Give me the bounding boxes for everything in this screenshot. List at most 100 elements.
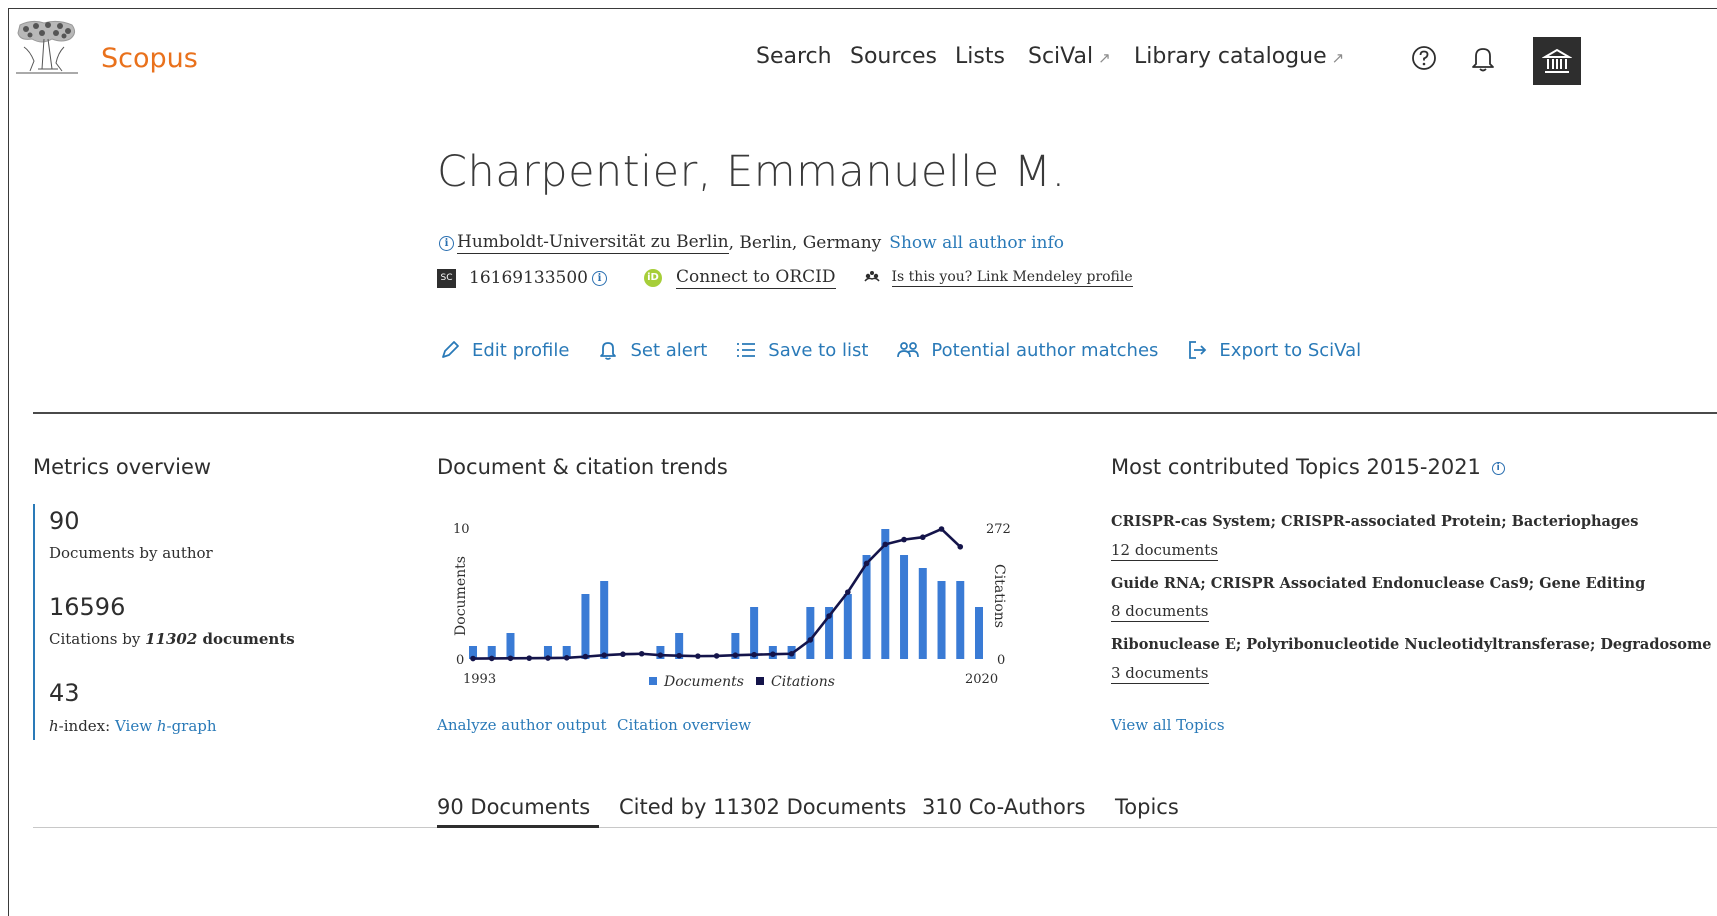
save-to-list-button[interactable]: Save to list bbox=[735, 339, 868, 361]
citations-point bbox=[882, 541, 889, 548]
bell-icon[interactable] bbox=[1466, 41, 1500, 75]
citations-count: 16596 bbox=[49, 593, 126, 621]
affiliation-row: i Humboldt-Universität zu Berlin , Berli… bbox=[439, 232, 1064, 254]
metrics-accent-bar bbox=[33, 504, 35, 740]
show-all-author-info-link[interactable]: Show all author info bbox=[889, 233, 1064, 253]
nav-library-catalogue[interactable]: Library catalogue ↗ bbox=[1134, 44, 1344, 69]
institution-icon[interactable] bbox=[1533, 37, 1581, 85]
topic-item-documents-link[interactable]: 8 documents bbox=[1111, 602, 1209, 622]
citation-overview-link[interactable]: Citation overview bbox=[617, 716, 751, 734]
list-icon bbox=[737, 343, 756, 357]
scopus-id-icon: SC bbox=[437, 268, 456, 288]
documents-label: Documents by author bbox=[49, 544, 213, 562]
citations-point bbox=[657, 652, 664, 658]
topic-item-title[interactable]: Ribonuclease E; Polyribonucleotide Nucle… bbox=[1111, 636, 1712, 653]
documents-bar bbox=[918, 568, 927, 659]
citations-point bbox=[713, 653, 720, 659]
left-axis-tick-label: 10 bbox=[453, 522, 470, 537]
documents-bar bbox=[862, 555, 871, 659]
legend-citations-swatch bbox=[756, 677, 764, 685]
topic-item-title[interactable]: CRISPR-cas System; CRISPR-associated Pro… bbox=[1111, 513, 1638, 530]
documents-bar bbox=[806, 607, 815, 659]
nav-sources[interactable]: Sources bbox=[850, 44, 937, 69]
nav-lists[interactable]: Lists bbox=[955, 44, 1005, 69]
author-name: Charpentier, Emmanuelle M. bbox=[437, 147, 1066, 197]
profile-actions: Edit profile Set alert Save to list Pote… bbox=[439, 339, 1389, 361]
tab-co-authors[interactable]: 310 Co-Authors bbox=[922, 795, 1085, 819]
set-alert-button[interactable]: Set alert bbox=[597, 339, 707, 361]
right-axis-tick-label: 0 bbox=[997, 653, 1005, 668]
x-axis-tick-label: 1993 bbox=[463, 672, 496, 687]
documents-bar bbox=[581, 594, 590, 659]
citations-point bbox=[919, 534, 926, 541]
citations-point bbox=[638, 650, 645, 657]
affiliation-link[interactable]: Humboldt-Universität zu Berlin bbox=[457, 232, 729, 254]
topic-item-documents-link[interactable]: 3 documents bbox=[1111, 664, 1209, 684]
section-divider bbox=[33, 412, 1717, 414]
citations-point bbox=[938, 526, 945, 532]
citations-point bbox=[695, 653, 701, 659]
citations-point bbox=[807, 637, 814, 643]
metrics-overview-title: Metrics overview bbox=[33, 455, 212, 479]
citations-point bbox=[770, 651, 776, 658]
edit-profile-button[interactable]: Edit profile bbox=[439, 339, 569, 361]
external-link-icon: ↗ bbox=[1331, 49, 1345, 67]
citations-point bbox=[788, 650, 795, 657]
trends-title: Document & citation trends bbox=[437, 455, 728, 479]
legend-citations-label: Citations bbox=[771, 674, 835, 690]
citations-label: Citations by 11302 documents bbox=[49, 630, 295, 648]
citations-point bbox=[601, 652, 607, 658]
citations-point bbox=[582, 653, 589, 660]
external-link-icon: ↗ bbox=[1098, 49, 1111, 67]
people-icon bbox=[897, 342, 920, 358]
citations-point bbox=[751, 651, 757, 658]
trend-chart-svg: 10 0 2722 0 1993 2020 Documents Citations Docume… bbox=[453, 522, 1019, 690]
potential-author-matches-button[interactable]: Potential author matches bbox=[896, 339, 1158, 361]
analyze-author-output-link[interactable]: Analyze author output bbox=[437, 716, 607, 734]
right-axis-label: Citations bbox=[991, 564, 1007, 628]
citations-point bbox=[620, 651, 626, 658]
citations-point bbox=[470, 655, 476, 662]
x-axis-tick-label: 2020 bbox=[965, 672, 998, 687]
documents-bar bbox=[843, 594, 852, 659]
view-all-topics-link[interactable]: View all Topics bbox=[1111, 716, 1225, 734]
citations-point bbox=[563, 655, 570, 661]
topic-item-documents-link[interactable]: 12 documents bbox=[1111, 541, 1219, 561]
citations-point bbox=[957, 543, 964, 550]
elsevier-tree-logo[interactable] bbox=[12, 17, 82, 77]
documents-count: 90 bbox=[49, 507, 80, 535]
mendeley-icon bbox=[863, 270, 880, 286]
tabs-baseline bbox=[33, 827, 1717, 829]
tab-documents[interactable]: 90 Documents bbox=[437, 795, 590, 819]
info-icon[interactable]: i bbox=[439, 235, 454, 251]
view-h-graph-link[interactable]: View h-graph bbox=[115, 717, 217, 735]
scopus-brand[interactable]: Scopus bbox=[101, 43, 198, 74]
documents-bar bbox=[750, 607, 759, 659]
connect-orcid-link[interactable]: Connect to ORCID bbox=[675, 267, 836, 289]
scopus-author-page: Scopus Search Sources Lists SciVal ↗ Libr… bbox=[8, 8, 1717, 916]
citations-point bbox=[826, 613, 832, 619]
bell-icon bbox=[600, 342, 617, 360]
tab-cited-by[interactable]: Cited by 11302 Documents bbox=[619, 795, 906, 819]
export-to-scival-button[interactable]: Export to SciVal bbox=[1186, 339, 1361, 361]
info-icon[interactable]: i bbox=[591, 270, 607, 286]
citations-point bbox=[545, 655, 551, 661]
pencil-icon bbox=[442, 341, 459, 358]
documents-bar bbox=[956, 581, 965, 659]
legend-documents-swatch bbox=[649, 677, 657, 685]
link-mendeley-profile-link[interactable]: Is this you? Link Mendeley profile bbox=[891, 269, 1133, 287]
document-citation-chart[interactable]: 10 0 2722 0 1993 2020 Documents Citations Docume… bbox=[431, 504, 1019, 694]
info-icon[interactable]: i bbox=[1491, 461, 1505, 475]
documents-bar bbox=[900, 555, 909, 659]
citations-point bbox=[507, 655, 514, 662]
nav-scival[interactable]: SciVal ↗ bbox=[1028, 44, 1111, 69]
h-index-row: h-index: View h-graph bbox=[49, 717, 217, 735]
citations-point bbox=[676, 652, 682, 659]
citations-point bbox=[845, 589, 851, 595]
citations-point bbox=[732, 652, 739, 658]
topic-item-title[interactable]: Guide RNA; CRISPR Associated Endonucleas… bbox=[1111, 575, 1645, 592]
help-icon[interactable] bbox=[1407, 41, 1441, 75]
tab-topics[interactable]: Topics bbox=[1115, 795, 1179, 819]
identifier-row: SC 16169133500 i iD Connect to ORCID Is … bbox=[437, 267, 1133, 289]
nav-search[interactable]: Search bbox=[756, 44, 832, 69]
